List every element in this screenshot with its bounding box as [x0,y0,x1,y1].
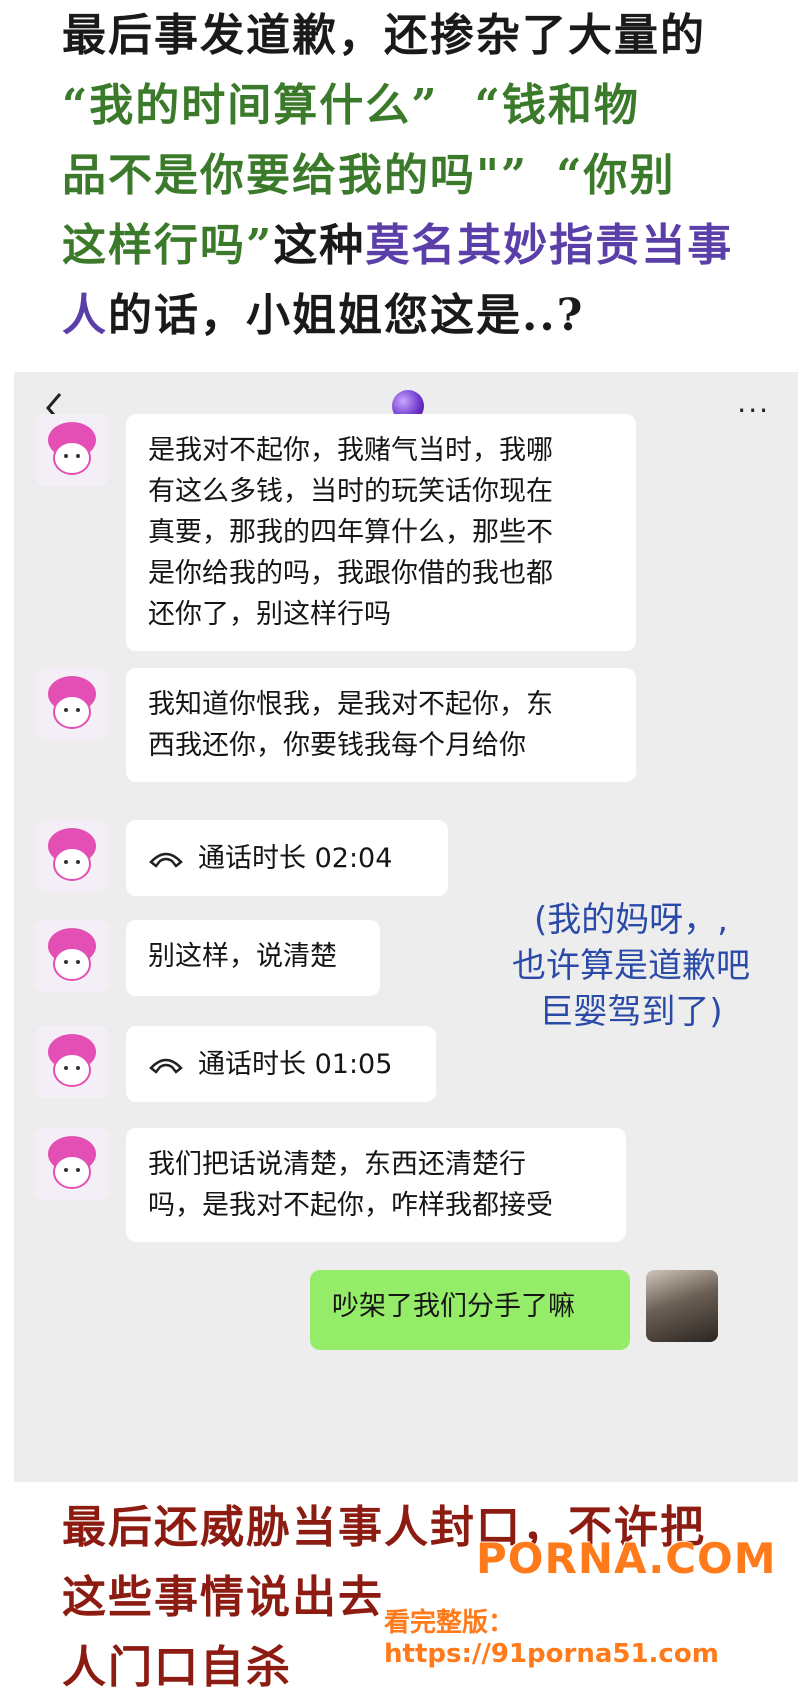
contact-avatar[interactable] [36,920,108,992]
contact-avatar[interactable] [36,1128,108,1200]
caption-quote-items: 品不是你要给我的吗"” [62,150,529,201]
message-line: 还你了，别这样行吗 [148,599,391,630]
contact-avatar[interactable] [36,668,108,740]
message-bubble-1: 是我对不起你，我赌气当时，我哪 有这么多钱，当时的玩笑话你现在 真要，那我的四年… [126,414,636,651]
phone-hangup-icon [149,1058,183,1074]
caption-this-kind: 这种 [273,220,366,271]
contact-avatar[interactable] [36,820,108,892]
caption-quote-dont: “你别 [556,150,676,201]
message-bubble-4: 我们把话说清楚，东西还清楚行 吗，是我对不起你，咋样我都接受 [126,1128,626,1242]
caption-person: 人 [62,290,108,341]
chat-screen: ··· 是我对不起你，我赌气当时，我哪 有这么多钱，当时的玩笑话你现在 真要，那… [14,372,798,1482]
self-message-bubble: 吵架了我们分手了嘛 [310,1270,630,1350]
call-duration: 通话时长 01:05 [198,1048,393,1080]
message-bubble-3: 别这样，说清楚 [126,920,380,996]
caption-line-5: 人的话，小姐姐您这是..? [62,286,584,346]
call-record-bubble-2[interactable]: 通话时长 01:05 [126,1026,436,1102]
message-line: 是我对不起你，我赌气当时，我哪 [148,435,553,466]
contact-avatar[interactable] [36,1026,108,1098]
caption-line-3: 品不是你要给我的吗"” “你别 [62,146,676,206]
caption-accusation: 莫名其妙指责当事 [365,220,734,271]
annotation-line-2: 也许算是道歉吧 [512,946,750,986]
message-bubble-2: 我知道你恨我，是我对不起你，东 西我还你，你要钱我每个月给你 [126,668,636,782]
call-record-bubble-1[interactable]: 通话时长 02:04 [126,820,448,896]
message-line: 真要，那我的四年算什么，那些不 [148,517,553,548]
watermark-url: 看完整版：https://91porna51.com [384,1608,719,1669]
message-line: 我们把话说清楚，东西还清楚行 [148,1149,526,1180]
caption-quote-okay: 这样行吗” [62,220,274,271]
message-line: 有这么多钱，当时的玩笑话你现在 [148,476,553,507]
more-options-icon[interactable]: ··· [737,394,770,427]
message-line: 吵架了我们分手了嘛 [332,1291,575,1322]
contact-avatar[interactable] [36,414,108,486]
message-line: 我知道你恨我，是我对不起你，东 [148,689,553,720]
phone-hangup-icon [149,852,183,868]
message-line: 别这样，说清楚 [148,941,337,972]
caption-question: 的话，小姐姐您这是..? [108,290,585,341]
caption-top: 最后事发道歉，还掺杂了大量的 “我的时间算什么” “钱和物 品不是你要给我的吗"”… [0,0,800,372]
caption-quote-time: “我的时间算什么” [62,80,439,131]
caption-bottom-line-3: 人门口自杀 [62,1642,292,1693]
caption-quote-money: “钱和物 [474,80,640,131]
message-line: 吗，是我对不起你，咋样我都接受 [148,1190,553,1221]
caption-line-4: 这样行吗”这种莫名其妙指责当事 [62,216,733,276]
annotation-line-1: (我的妈呀，, [533,900,729,940]
annotation-line-3: 巨婴驾到了) [539,992,723,1032]
message-line: 是你给我的吗，我跟你借的我也都 [148,558,553,589]
caption-bottom-line-2: 这些事情说出去 [62,1572,384,1623]
caption-line-2: “我的时间算什么” “钱和物 [62,76,640,136]
message-line: 西我还你，你要钱我每个月给你 [148,730,526,761]
annotation-note: (我的妈呀，, 也许算是道歉吧 巨婴驾到了) [466,897,796,1035]
caption-line-1: 最后事发道歉，还掺杂了大量的 [62,10,706,61]
watermark-logo: PORNA.COM [476,1534,777,1583]
self-avatar[interactable] [646,1270,718,1342]
call-duration: 通话时长 02:04 [198,842,393,874]
